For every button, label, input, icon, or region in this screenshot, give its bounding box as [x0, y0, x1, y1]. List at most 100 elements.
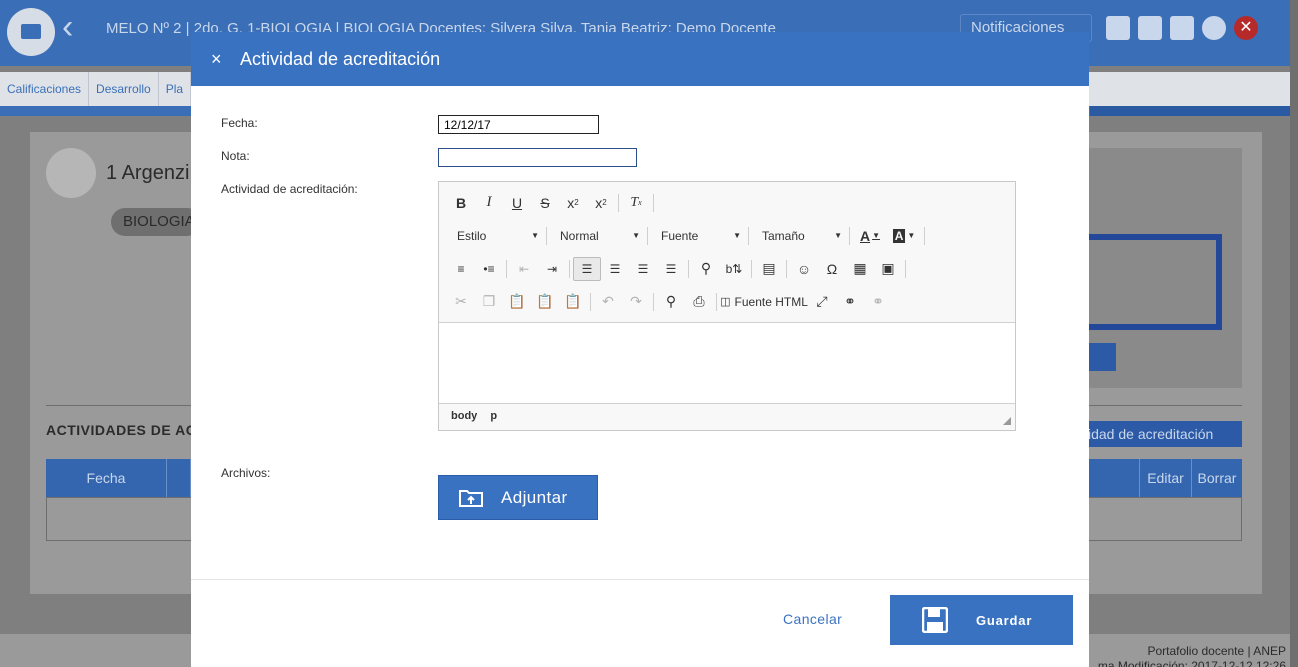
toolbar-separator: [506, 259, 507, 278]
folder-upload-icon: [459, 489, 483, 507]
new-activity-button[interactable]: idad de acreditación: [1088, 421, 1242, 447]
toolbar-separator: [748, 226, 749, 245]
background-color-button[interactable]: A ▼: [887, 224, 921, 248]
help-icon[interactable]: [1202, 16, 1226, 40]
save-button[interactable]: Guardar: [890, 595, 1073, 645]
toolbar-separator: [849, 226, 850, 245]
show-blocks-icon[interactable]: ▤: [755, 257, 783, 281]
image-icon[interactable]: ▣: [874, 257, 902, 281]
toolbar-separator: [647, 226, 648, 245]
toolbar-separator: [751, 259, 752, 278]
chevron-down-icon: ▼: [632, 231, 640, 240]
font-dropdown[interactable]: Fuente ▼: [651, 224, 745, 248]
accreditation-activity-dialog: × Actividad de acreditación Fecha: Nota:…: [191, 32, 1089, 667]
source-icon: ◫: [720, 296, 731, 308]
floppy-disk-icon: [922, 607, 948, 633]
align-center-icon[interactable]: ☰: [601, 257, 629, 281]
align-right-icon[interactable]: ☰: [629, 257, 657, 281]
summary-button[interactable]: [1088, 343, 1116, 371]
page-scrollbar[interactable]: [1290, 0, 1298, 667]
format-dropdown[interactable]: Normal ▼: [550, 224, 644, 248]
text-color-button[interactable]: A ▼: [853, 224, 887, 248]
style-dropdown[interactable]: Estilo ▼: [447, 224, 543, 248]
maximize-icon[interactable]: ⤢: [808, 290, 836, 314]
redo-icon[interactable]: ↷: [622, 290, 650, 314]
align-left-icon[interactable]: ☰: [573, 256, 601, 281]
path-item-body[interactable]: body: [451, 410, 477, 422]
nota-input[interactable]: [438, 148, 637, 167]
print-icon[interactable]: ⎙: [685, 290, 713, 314]
cut-icon[interactable]: ✂: [447, 290, 475, 314]
toolbar-separator: [653, 292, 654, 311]
remove-format-button[interactable]: Tx: [622, 191, 650, 215]
align-justify-icon[interactable]: ☰: [657, 257, 685, 281]
close-icon[interactable]: ×: [211, 49, 235, 70]
subscript-button[interactable]: x2: [559, 191, 587, 215]
toolbar-separator: [569, 259, 570, 278]
tab-calificaciones[interactable]: Calificaciones: [0, 72, 90, 108]
paste-word-icon[interactable]: 📋: [559, 290, 587, 314]
find-icon[interactable]: ⚲: [692, 257, 720, 281]
bold-button[interactable]: B: [447, 191, 475, 215]
student-name: 1 Argenzi: [106, 162, 190, 184]
attach-label: Adjuntar: [501, 487, 568, 507]
strikethrough-button[interactable]: S: [531, 191, 559, 215]
outdent-icon[interactable]: ⇤: [510, 257, 538, 281]
tab-planificacion[interactable]: Pla: [159, 72, 192, 108]
special-char-icon[interactable]: Ω: [818, 257, 846, 281]
exit-icon[interactable]: ✕: [1234, 16, 1258, 40]
tab-desarrollo[interactable]: Desarrollo: [89, 72, 159, 108]
cancel-button[interactable]: Cancelar: [783, 611, 842, 627]
fecha-input[interactable]: [438, 115, 599, 134]
attach-button[interactable]: Adjuntar: [438, 475, 598, 520]
unlink-icon[interactable]: ⚭: [864, 290, 892, 314]
numbered-list-icon[interactable]: ≡: [447, 257, 475, 281]
editor-toolbar: B I U S x2 x2 Tx Estilo ▼ Normal ▼ Fuent…: [439, 182, 1015, 323]
archivos-label: Archivos:: [221, 466, 271, 480]
actividad-label: Actividad de acreditación:: [221, 182, 358, 196]
toolbar-separator: [618, 193, 619, 212]
bulleted-list-icon[interactable]: •≡: [475, 257, 503, 281]
copy-icon[interactable]: ❐: [475, 290, 503, 314]
app-logo[interactable]: [7, 8, 55, 56]
chevron-down-icon: ▼: [733, 231, 741, 240]
preview-icon[interactable]: ⚲: [657, 290, 685, 314]
italic-button[interactable]: I: [475, 191, 503, 215]
source-html-button[interactable]: ◫ Fuente HTML: [720, 290, 808, 314]
paste-icon[interactable]: 📋: [503, 290, 531, 314]
dialog-header: × Actividad de acreditación: [191, 32, 1089, 86]
checklist-icon[interactable]: [1106, 16, 1130, 40]
underline-button[interactable]: U: [503, 191, 531, 215]
dialog-title: Actividad de acreditación: [240, 48, 441, 69]
toolbar-separator: [786, 259, 787, 278]
undo-icon[interactable]: ↶: [594, 290, 622, 314]
resize-handle[interactable]: [1003, 417, 1011, 425]
size-dropdown-label: Tamaño: [762, 228, 805, 243]
style-dropdown-label: Estilo: [457, 228, 487, 243]
back-arrow-icon[interactable]: ‹: [62, 10, 73, 44]
fecha-label: Fecha:: [221, 116, 258, 130]
path-item-p[interactable]: p: [490, 410, 497, 422]
export-icon[interactable]: [1170, 16, 1194, 40]
paste-text-icon[interactable]: 📋: [531, 290, 559, 314]
editor-content-area[interactable]: [439, 323, 1015, 403]
link-icon[interactable]: ⚭: [836, 290, 864, 314]
replace-icon[interactable]: b⇅: [720, 257, 748, 281]
footer-last-modified: ma Modificación: 2017-12-12 12:26: [1097, 659, 1286, 667]
smiley-icon[interactable]: ☺: [790, 257, 818, 281]
dialog-footer-divider: [191, 579, 1089, 580]
toolbar-separator: [653, 193, 654, 212]
activities-list-title: ACTIVIDADES DE ACR: [46, 422, 207, 438]
table-icon[interactable]: ▦: [846, 257, 874, 281]
superscript-button[interactable]: x2: [587, 191, 615, 215]
indent-icon[interactable]: ⇥: [538, 257, 566, 281]
header-toolbar: ✕: [1106, 16, 1258, 40]
subject-pill[interactable]: BIOLOGIA: [111, 208, 201, 236]
rich-text-editor: B I U S x2 x2 Tx Estilo ▼ Normal ▼ Fuent…: [438, 181, 1016, 431]
document-icon[interactable]: [1138, 16, 1162, 40]
size-dropdown[interactable]: Tamaño ▼: [752, 224, 846, 248]
toolbar-separator: [716, 292, 717, 311]
student-avatar: [46, 148, 96, 198]
toolbar-separator: [688, 259, 689, 278]
column-description: [167, 459, 191, 497]
